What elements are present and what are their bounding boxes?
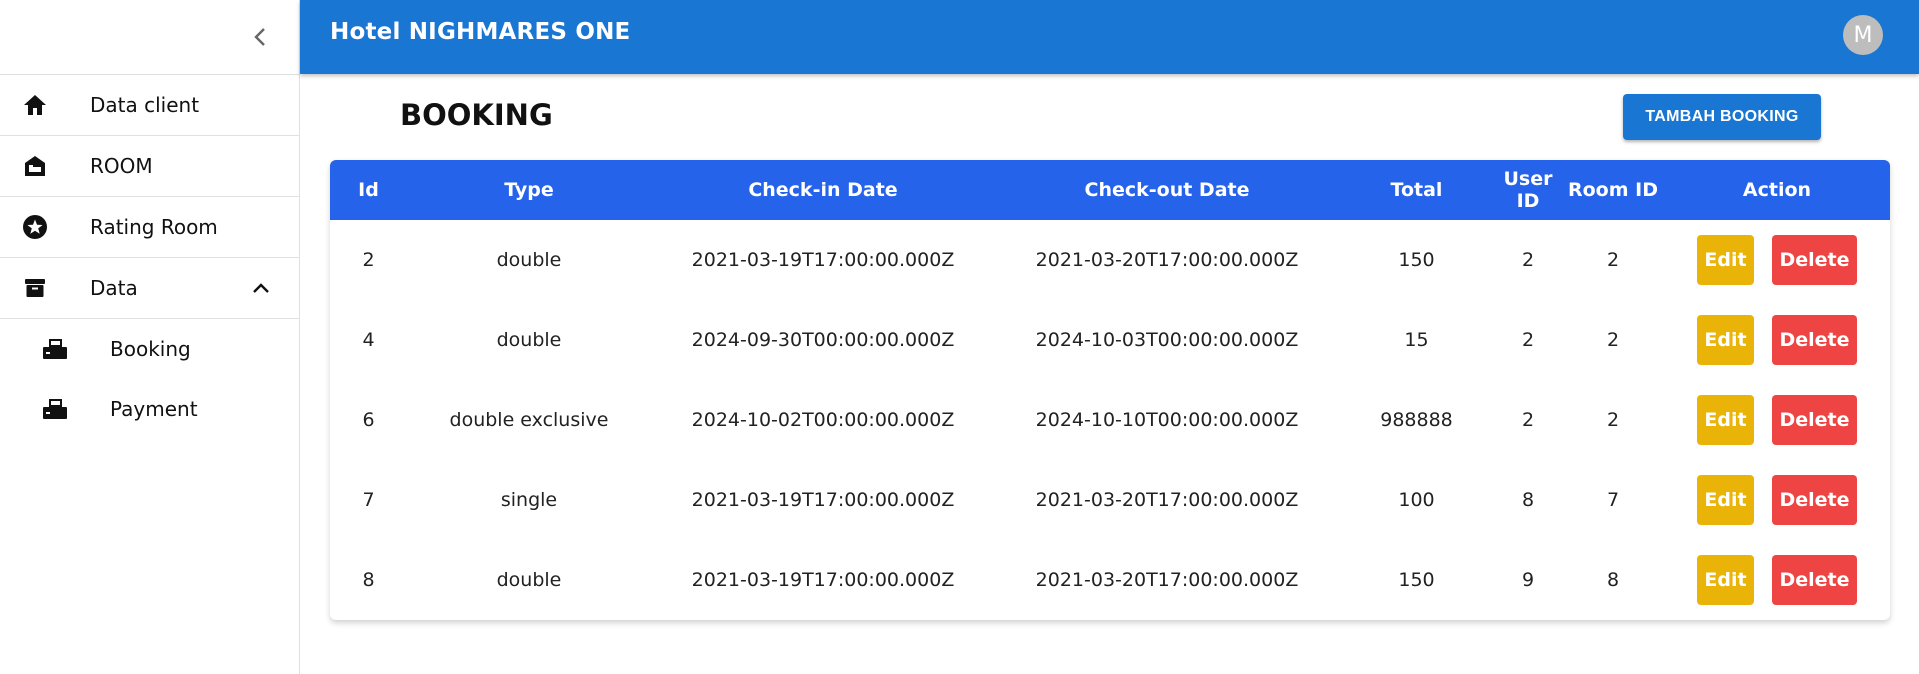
archive-icon [21, 274, 49, 302]
booking-table: Id Type Check-in Date Check-out Date Tot… [330, 160, 1890, 620]
sidebar-item-label: Booking [110, 337, 191, 361]
table-row: 8 double 2021-03-19T17:00:00.000Z 2021-0… [330, 540, 1890, 620]
add-booking-button[interactable]: TAMBAH BOOKING [1623, 94, 1821, 140]
sidebar-item-label: Rating Room [90, 215, 218, 239]
edit-button[interactable]: Edit [1697, 315, 1754, 365]
cell-action: Edit Delete [1664, 220, 1890, 300]
column-header-type[interactable]: Type [407, 160, 651, 220]
sidebar-item-label: Payment [110, 397, 198, 421]
cell-check-out: 2024-10-03T00:00:00.000Z [1035, 329, 1299, 351]
cell-room-id: 2 [1606, 329, 1620, 351]
table-row: 4 double 2024-09-30T00:00:00.000Z 2024-1… [330, 300, 1890, 380]
delete-button[interactable]: Delete [1772, 235, 1857, 285]
cell-user-id: 2 [1521, 329, 1535, 351]
cell-id: 2 [362, 249, 375, 271]
cell-check-out: 2021-03-20T17:00:00.000Z [1035, 249, 1299, 271]
sidebar-subitem-payment[interactable]: Payment [0, 379, 299, 439]
sidebar-item-label: Data client [90, 93, 200, 117]
delete-button[interactable]: Delete [1772, 315, 1857, 365]
column-header-check-out[interactable]: Check-out Date [995, 160, 1339, 220]
avatar[interactable]: M [1843, 15, 1883, 55]
app-bar: Hotel NIGHMARES ONE M [300, 0, 1919, 74]
delete-button[interactable]: Delete [1772, 475, 1857, 525]
star-circle-icon [21, 213, 49, 241]
cell-check-in: 2021-03-19T17:00:00.000Z [691, 569, 955, 591]
delete-button[interactable]: Delete [1772, 395, 1857, 445]
cell-type: double exclusive [449, 409, 609, 431]
cell-type: single [500, 489, 558, 511]
cell-room-id: 7 [1606, 489, 1620, 511]
cell-check-in: 2024-09-30T00:00:00.000Z [691, 329, 955, 351]
cell-user-id: 8 [1521, 489, 1535, 511]
sidebar-item-label: Data [90, 276, 138, 300]
cell-room-id: 2 [1606, 249, 1620, 271]
table-row: 7 single 2021-03-19T17:00:00.000Z 2021-0… [330, 460, 1890, 540]
cell-id: 4 [362, 329, 375, 351]
column-header-check-in[interactable]: Check-in Date [651, 160, 995, 220]
sidebar-item-label: ROOM [90, 154, 153, 178]
cell-room-id: 2 [1606, 409, 1620, 431]
fax-icon [40, 396, 70, 422]
edit-button[interactable]: Edit [1697, 395, 1754, 445]
app-title: Hotel NIGHMARES ONE [330, 19, 631, 45]
cell-user-id: 9 [1521, 569, 1535, 591]
cell-user-id: 2 [1521, 409, 1535, 431]
cell-check-in: 2021-03-19T17:00:00.000Z [691, 489, 955, 511]
sidebar-item-data-client[interactable]: Data client [0, 75, 299, 136]
edit-button[interactable]: Edit [1697, 235, 1754, 285]
cell-id: 6 [362, 409, 375, 431]
sidebar-item-rating-room[interactable]: Rating Room [0, 197, 299, 258]
cell-total: 100 [1398, 489, 1435, 511]
page-title: BOOKING [400, 98, 553, 132]
cell-id: 7 [362, 489, 375, 511]
cell-action: Edit Delete [1664, 540, 1890, 620]
cell-check-out: 2021-03-20T17:00:00.000Z [1035, 489, 1299, 511]
cell-check-in: 2024-10-02T00:00:00.000Z [691, 409, 955, 431]
cell-action: Edit Delete [1664, 300, 1890, 380]
edit-button[interactable]: Edit [1697, 555, 1754, 605]
cell-type: double [496, 249, 562, 271]
column-header-room-id[interactable]: Room ID [1562, 160, 1664, 220]
sidebar-item-room[interactable]: ROOM [0, 136, 299, 197]
cell-total: 15 [1404, 329, 1429, 351]
cell-action: Edit Delete [1664, 460, 1890, 540]
cell-id: 8 [362, 569, 375, 591]
column-header-action: Action [1742, 179, 1812, 201]
cell-type: double [496, 329, 562, 351]
table-row: 2 double 2021-03-19T17:00:00.000Z 2021-0… [330, 220, 1890, 300]
sidebar: Data client ROOM Rating Room Data Bookin… [0, 0, 300, 674]
collapse-sidebar-button[interactable] [243, 20, 277, 54]
cell-action: Edit Delete [1664, 380, 1890, 460]
fax-icon [40, 336, 70, 362]
edit-button[interactable]: Edit [1697, 475, 1754, 525]
sidebar-subitem-booking[interactable]: Booking [0, 319, 299, 379]
table-header-row: Id Type Check-in Date Check-out Date Tot… [330, 160, 1890, 220]
home-icon [21, 91, 49, 119]
cell-type: double [496, 569, 562, 591]
cell-check-in: 2021-03-19T17:00:00.000Z [691, 249, 955, 271]
booking-table-container: Id Type Check-in Date Check-out Date Tot… [330, 160, 1890, 620]
column-header-id[interactable]: Id [330, 160, 407, 220]
column-header-total[interactable]: Total [1339, 160, 1494, 220]
cell-check-out: 2021-03-20T17:00:00.000Z [1035, 569, 1299, 591]
chevron-up-icon [249, 276, 273, 300]
table-row: 6 double exclusive 2024-10-02T00:00:00.0… [330, 380, 1890, 460]
sidebar-item-data[interactable]: Data [0, 258, 299, 319]
cell-total: 150 [1398, 569, 1435, 591]
delete-button[interactable]: Delete [1772, 555, 1857, 605]
column-header-user-id[interactable]: User ID [1494, 160, 1562, 220]
hotel-icon [21, 152, 49, 180]
cell-total: 988888 [1380, 409, 1453, 431]
cell-check-out: 2024-10-10T00:00:00.000Z [1035, 409, 1299, 431]
cell-total: 150 [1398, 249, 1435, 271]
cell-room-id: 8 [1606, 569, 1620, 591]
cell-user-id: 2 [1521, 249, 1535, 271]
sidebar-header [0, 0, 299, 75]
chevron-left-icon [254, 28, 265, 46]
